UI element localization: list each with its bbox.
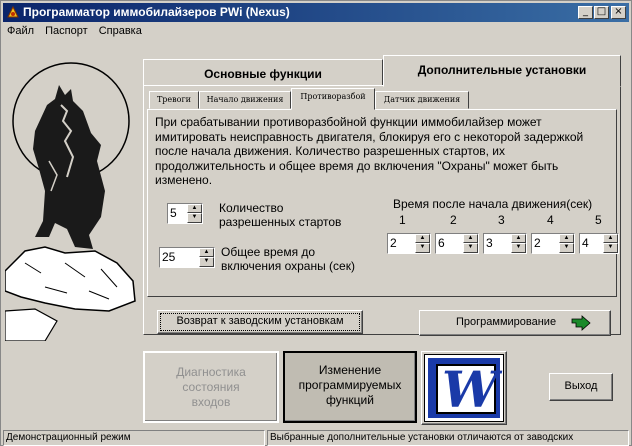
col-header-4: 4 <box>547 213 554 227</box>
w-logo: W <box>425 355 503 421</box>
word-logo-button[interactable]: W <box>421 351 507 425</box>
total-time-spinner[interactable]: 25 ▲ ▼ <box>159 247 215 268</box>
reset-defaults-button[interactable]: Возврат к заводским установкам <box>157 310 363 334</box>
app-icon <box>7 5 19 18</box>
change-functions-button[interactable]: Изменение программируемых функций <box>283 351 417 423</box>
program-arrow-icon <box>571 315 591 331</box>
col-header-3: 3 <box>498 213 505 227</box>
spin-down-icon[interactable]: ▼ <box>463 243 478 253</box>
menu-file[interactable]: Файл <box>3 23 38 37</box>
starts-count-value: 5 <box>170 206 177 220</box>
menu-passport[interactable]: Паспорт <box>41 23 92 37</box>
spin-up-icon[interactable]: ▲ <box>199 248 214 257</box>
col-header-1: 1 <box>399 213 406 227</box>
spin-up-icon[interactable]: ▲ <box>463 234 478 243</box>
subtab-antirobbery[interactable]: Противоразбой <box>291 88 375 110</box>
status-mode: Демонстрационный режим <box>3 430 265 446</box>
close-button[interactable]: × <box>611 6 626 19</box>
total-time-value: 25 <box>162 250 176 264</box>
menu-bar: Файл Паспорт Справка <box>3 23 629 41</box>
spin-up-icon[interactable]: ▲ <box>511 234 526 243</box>
status-bar: Демонстрационный режим Выбранные дополни… <box>3 430 629 446</box>
time-after-spinner-5[interactable]: 4 ▲ ▼ <box>579 233 619 254</box>
subtab-start-motion[interactable]: Начало движения <box>199 91 291 109</box>
diagnostics-button[interactable]: Диагностика состояния входов <box>143 351 279 423</box>
spin-down-icon[interactable]: ▼ <box>415 243 430 253</box>
col-header-2: 2 <box>450 213 457 227</box>
spin-up-icon[interactable]: ▲ <box>187 204 202 213</box>
spin-down-icon[interactable]: ▼ <box>559 243 574 253</box>
subtab-motion-sensor[interactable]: Датчик движения <box>375 91 469 109</box>
menu-help[interactable]: Справка <box>95 23 146 37</box>
starts-count-label: Количество разрешенных стартов <box>219 201 342 229</box>
exit-button[interactable]: Выход <box>549 373 613 401</box>
spin-down-icon[interactable]: ▼ <box>199 257 214 267</box>
time-after-title: Время после начала движения(сек) <box>393 197 593 211</box>
tab-additional-settings[interactable]: Дополнительные установки <box>383 55 621 87</box>
col-header-5: 5 <box>595 213 602 227</box>
main-window: Программатор иммобилайзеров PWi (Nexus) … <box>0 0 632 446</box>
time-after-spinner-2[interactable]: 6 ▲ ▼ <box>435 233 479 254</box>
maximize-button[interactable]: □ <box>594 6 609 19</box>
time-after-spinner-4[interactable]: 2 ▲ ▼ <box>531 233 575 254</box>
status-message: Выбранные дополнительные установки отлич… <box>267 430 629 446</box>
spin-up-icon[interactable]: ▲ <box>415 234 430 243</box>
program-button[interactable]: Программирование <box>419 310 611 336</box>
spin-down-icon[interactable]: ▼ <box>603 243 618 253</box>
total-time-label: Общее время до включения охраны (сек) <box>221 245 355 273</box>
spin-up-icon[interactable]: ▲ <box>603 234 618 243</box>
antirobbery-description: При срабатывании противоразбойной функци… <box>155 115 584 187</box>
spin-down-icon[interactable]: ▼ <box>187 213 202 223</box>
spin-up-icon[interactable]: ▲ <box>559 234 574 243</box>
spin-down-icon[interactable]: ▼ <box>511 243 526 253</box>
time-after-spinner-1[interactable]: 2 ▲ ▼ <box>387 233 431 254</box>
title-bar[interactable]: Программатор иммобилайзеров PWi (Nexus) … <box>3 3 629 22</box>
minimize-button[interactable]: _ <box>578 6 593 19</box>
subtab-alarms[interactable]: Тревоги <box>149 91 199 109</box>
window-title: Программатор иммобилайзеров PWi (Nexus) <box>23 5 290 19</box>
time-after-spinner-3[interactable]: 3 ▲ ▼ <box>483 233 527 254</box>
starts-count-spinner[interactable]: 5 ▲ ▼ <box>167 203 203 224</box>
wolf-moon-image <box>5 62 136 341</box>
